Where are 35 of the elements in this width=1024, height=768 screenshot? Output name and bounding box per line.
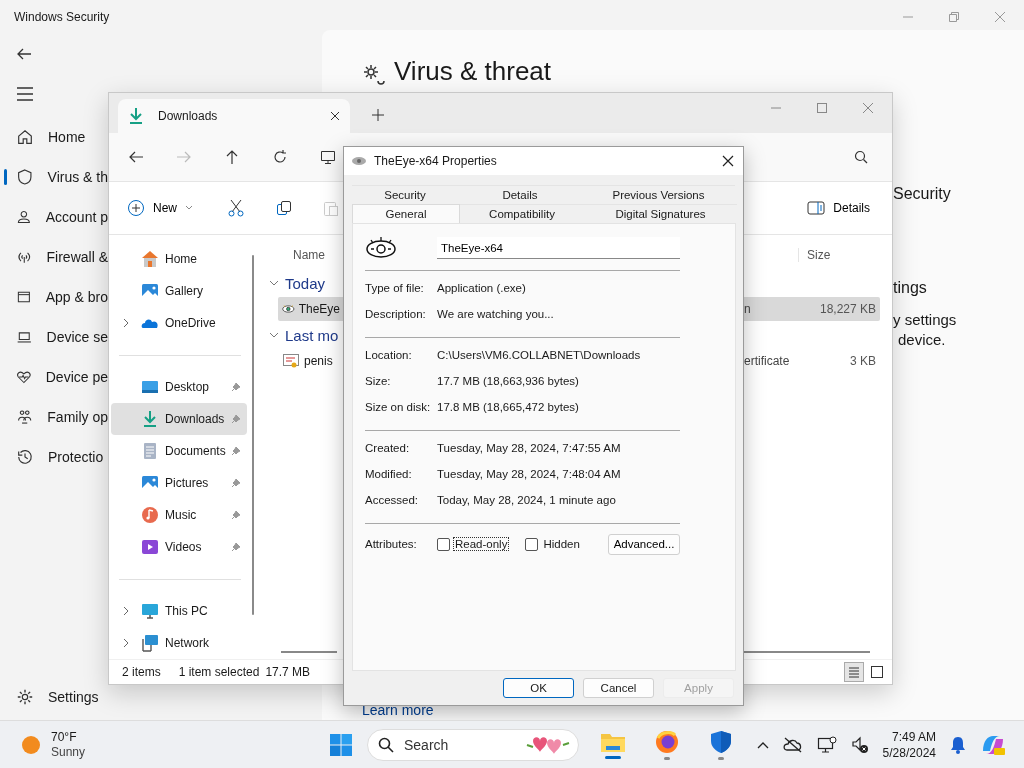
file-name: penis [304, 354, 333, 368]
description-text: device. [898, 331, 947, 348]
property-value: C:\Users\VM6.COLLABNET\Downloads [437, 349, 641, 361]
table-cell-text: 3 KB [849, 354, 877, 368]
window-title: Windows Security [14, 10, 110, 24]
property-label: Created: [365, 442, 411, 454]
property-value: Tuesday, May 28, 2024, 7:48:04 AM [437, 468, 621, 480]
property-value: We are watching you... [437, 308, 554, 320]
property-value: Tuesday, May 28, 2024, 7:47:55 AM [437, 442, 621, 454]
status-text: 1 item selected [178, 665, 260, 679]
property-label: Accessed: [365, 494, 420, 506]
property-label: Size on disk: [365, 401, 432, 413]
file-name: TheEye [298, 302, 340, 316]
property-value: 17.7 MB (18,663,936 bytes) [437, 375, 579, 387]
temperature-text: 70°F [51, 729, 78, 745]
status-text: 2 items [122, 665, 161, 679]
property-value: Today, May 28, 2024, 1 minute ago [437, 494, 616, 506]
status-text: 17.7 MB [265, 665, 311, 679]
section-heading: tings [893, 279, 928, 297]
weather-condition: Sunny [51, 744, 86, 760]
property-label: Description: [365, 308, 427, 320]
section-heading: Security [893, 185, 952, 203]
property-value: Application (.exe) [437, 282, 526, 294]
table-cell-text: ertificate [744, 354, 791, 368]
table-cell-text: 18,227 KB [818, 302, 877, 316]
property-label: Location: [365, 349, 413, 361]
property-label: Attributes: [365, 538, 418, 550]
table-cell-text: n [744, 302, 752, 316]
page-heading: Virus & threat [394, 56, 552, 87]
property-value: 17.8 MB (18,665,472 bytes) [437, 401, 579, 413]
dialog-title: TheEye-x64 Properties [374, 154, 497, 168]
property-label: Type of file: [365, 282, 425, 294]
description-text: y settings [893, 311, 958, 328]
property-label: Size: [365, 375, 392, 387]
property-label: Modified: [365, 468, 413, 480]
